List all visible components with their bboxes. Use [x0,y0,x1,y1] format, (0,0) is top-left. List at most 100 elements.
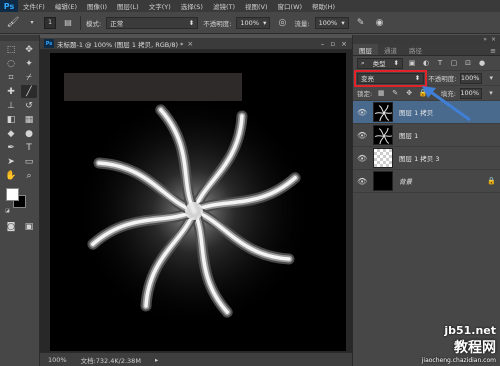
layer-name[interactable]: 图层 1 拷贝 3 [399,153,439,163]
chevron-right-icon[interactable]: ▸ [155,356,158,364]
lock-transparency-icon[interactable]: ▦ [376,88,386,98]
document-title: 未标题-1 @ 100% (图层 1 拷贝, RGB/8) * [57,40,184,49]
photoshop-doc-icon: Ps [44,39,54,48]
menu-layer[interactable]: 图层(L) [112,1,144,11]
chevron-down-icon[interactable]: ▾ [486,73,496,83]
brush-panel-icon[interactable]: ▤ [61,16,75,30]
layer-opacity-input[interactable]: 100% [460,72,483,84]
menu-edit[interactable]: 编辑(E) [50,1,82,11]
layer-row[interactable]: 👁 图层 1 拷贝 3 [353,147,500,170]
close-icon[interactable]: × [187,40,193,48]
menu-filter[interactable]: 滤镜(T) [208,1,240,11]
lock-position-icon[interactable]: ✥ [404,88,414,98]
filter-toggle-icon[interactable]: ● [477,58,487,68]
layer-opacity-label: 不透明度: [428,75,457,83]
magic-wand-icon[interactable]: ✦ [21,57,37,70]
tab-channels[interactable]: 通道 [378,44,403,55]
pressure-opacity-icon[interactable]: ◎ [275,16,289,30]
document-tab[interactable]: Ps 未标题-1 @ 100% (图层 1 拷贝, RGB/8) * × – ▫… [40,38,352,50]
photoshop-logo: Ps [0,0,18,12]
chevron-down-icon: ⬍ [414,74,421,82]
clone-stamp-icon[interactable]: ⊥ [3,99,19,112]
close-icon[interactable]: × [491,36,496,43]
menu-window[interactable]: 窗口(W) [273,1,308,11]
menu-help[interactable]: 帮助(H) [307,1,340,11]
blur-tool-icon[interactable]: ◆ [3,127,19,140]
opacity-input[interactable]: 100% ▾ [236,16,271,29]
layer-name[interactable]: 背景 [399,176,412,186]
menu-select[interactable]: 选择(S) [176,1,208,11]
redacted-area [64,73,242,101]
path-selection-icon[interactable]: ➤ [3,155,19,168]
default-colors-icon[interactable]: ◪ [5,208,10,214]
collapse-icon[interactable]: » [483,36,487,43]
search-icon: ⌕ [361,58,365,67]
tab-layers[interactable]: 图层 [353,44,378,55]
hand-tool-icon[interactable]: ✋ [3,169,19,182]
dodge-tool-icon[interactable]: ● [21,127,37,140]
visibility-eye-icon[interactable]: 👁 [357,177,367,186]
screen-mode-icon[interactable]: ▣ [21,220,37,233]
chevron-down-icon[interactable]: ▾ [486,88,496,98]
panel-tabs: 图层 通道 路径 ≡ [353,44,500,56]
tools-panel: ⬚ ✥ ◌ ✦ ⌗ ⌿ ✚ ╱ ⊥ ↺ ◧ ▦ ◆ ● ✒ T ➤ ▭ ✋ ⌕ … [0,35,40,366]
smart-object-filter-icon[interactable]: ⊡ [463,58,473,68]
rectangle-tool-icon[interactable]: ▭ [21,155,37,168]
flow-input[interactable]: 100% ▾ [314,16,349,29]
tab-paths[interactable]: 路径 [403,44,428,55]
type-tool-icon[interactable]: T [21,141,37,154]
document-size[interactable]: 文档:732.4K/2.38M [81,355,141,365]
eraser-icon[interactable]: ◧ [3,113,19,126]
minimize-icon[interactable]: – [321,40,325,48]
type-filter-icon[interactable]: T [435,58,445,68]
eyedropper-icon[interactable]: ⌿ [21,71,37,84]
visibility-eye-icon[interactable]: 👁 [357,154,367,163]
blend-mode-value: 变亮 [361,75,374,83]
pressure-size-icon[interactable]: ◉ [373,16,387,30]
quick-mask-icon[interactable]: ◙ [3,220,19,233]
brush-size-picker[interactable]: 1 [44,16,56,29]
divider [80,15,81,30]
pen-tool-icon[interactable]: ✒ [3,141,19,154]
layer-row[interactable]: 👁 背景 🔒 [353,170,500,193]
visibility-eye-icon[interactable]: 👁 [357,108,367,117]
flow-value: 100% [318,18,338,27]
brush-tool-icon[interactable]: 🖌 [6,16,20,30]
mode-label: 模式: [86,19,102,28]
history-brush-icon[interactable]: ↺ [21,99,37,112]
brush-tool-icon[interactable]: ╱ [21,85,37,98]
layer-thumbnail [373,148,393,168]
gradient-tool-icon[interactable]: ▦ [21,113,37,126]
layer-filter-select[interactable]: ⌕ 类型 ⬍ [357,57,403,69]
blend-mode-select[interactable]: 变亮 ⬍ [353,69,428,87]
canvas[interactable] [50,53,346,351]
lock-pixels-icon[interactable]: ✎ [390,88,400,98]
move-tool-icon[interactable]: ✥ [21,43,37,56]
menu-type[interactable]: 文字(Y) [144,1,176,11]
options-bar: 🖌 ▾ 1 ▤ 模式: 正常 ⬍ 不透明度: 100% ▾ ◎ 流量: 100%… [0,12,500,34]
menu-image[interactable]: 图像(I) [82,1,112,11]
maximize-icon[interactable]: ▫ [330,40,335,48]
lasso-tool-icon[interactable]: ◌ [3,57,19,70]
menu-file[interactable]: 文件(F) [18,1,50,11]
zoom-tool-icon[interactable]: ⌕ [21,169,37,182]
menu-view[interactable]: 视图(V) [240,1,273,11]
chevron-down-icon[interactable]: ▾ [25,16,39,30]
mode-select[interactable]: 正常 ⬍ [106,16,199,29]
airbrush-icon[interactable]: ✎ [354,16,368,30]
color-swatches: ◪ [3,188,36,214]
shape-filter-icon[interactable]: ▢ [449,58,459,68]
marquee-tool-icon[interactable]: ⬚ [3,43,19,56]
layer-name[interactable]: 图层 1 [399,130,418,140]
panel-menu-icon[interactable]: ≡ [490,47,500,55]
healing-brush-icon[interactable]: ✚ [3,85,19,98]
adjustment-filter-icon[interactable]: ◐ [421,58,431,68]
foreground-color-swatch[interactable] [6,188,19,201]
zoom-level[interactable]: 100% [48,356,67,364]
pixel-filter-icon[interactable]: ▣ [407,58,417,68]
chevron-down-icon: ▾ [263,18,267,27]
close-window-icon[interactable]: × [341,40,347,48]
layer-row[interactable]: 👁 图层 1 [353,124,500,147]
crop-tool-icon[interactable]: ⌗ [3,71,19,84]
visibility-eye-icon[interactable]: 👁 [357,131,367,140]
